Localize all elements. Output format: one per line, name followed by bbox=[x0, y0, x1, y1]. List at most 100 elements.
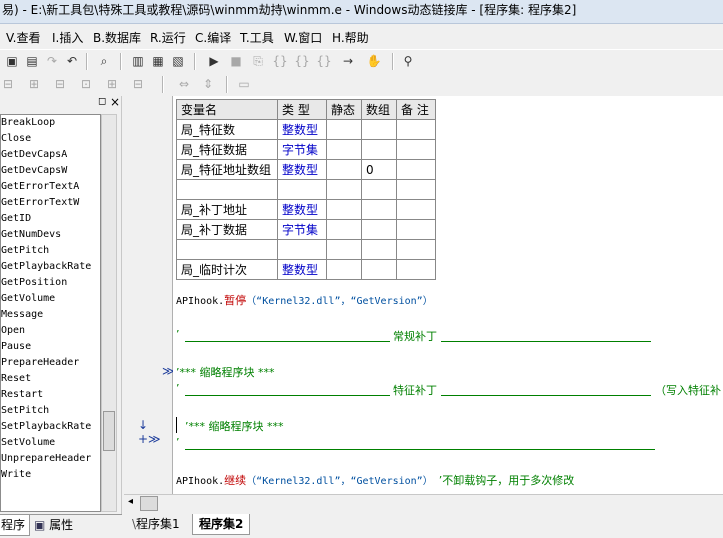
align-right-icon[interactable]: ⊟ bbox=[52, 76, 68, 92]
list-item[interactable]: Write bbox=[1, 467, 100, 483]
code-line-pause[interactable]: APIhook.暂停（“Kernel32.dll”，“GetVersion”） bbox=[176, 292, 433, 308]
layout1-icon[interactable]: ▥ bbox=[130, 53, 146, 69]
step-icon[interactable]: ⎘ bbox=[250, 53, 266, 69]
list-item[interactable]: Open bbox=[1, 323, 100, 339]
code-line-comment-blank[interactable]: ’ bbox=[176, 436, 180, 449]
table-cell[interactable]: 局_特征数据 bbox=[176, 139, 278, 160]
align-middle-icon[interactable]: ⊞ bbox=[104, 76, 120, 92]
subroutine-list[interactable]: BreakLoop Close GetDevCapsA GetDevCapsW GetE… bbox=[0, 114, 101, 512]
binoculars-icon[interactable]: ⚲ bbox=[400, 53, 416, 69]
list-item[interactable]: SetPlaybackRate bbox=[1, 419, 100, 435]
table-cell[interactable]: 字节集 bbox=[277, 219, 327, 240]
menu-window[interactable]: W.窗口 bbox=[284, 29, 322, 46]
list-item[interactable]: Reset bbox=[1, 371, 100, 387]
layout2-icon[interactable]: ▦ bbox=[150, 53, 166, 69]
table-cell[interactable] bbox=[326, 179, 362, 200]
table-cell[interactable]: 局_补丁地址 bbox=[176, 199, 278, 220]
list-item[interactable]: PrepareHeader bbox=[1, 355, 100, 371]
table-cell[interactable] bbox=[396, 219, 436, 240]
table-row[interactable]: 局_临时计次 整数型 bbox=[176, 259, 436, 280]
table-row[interactable]: 局_特征地址数组 整数型 0 bbox=[176, 159, 436, 180]
run-icon[interactable]: ▶ bbox=[206, 53, 222, 69]
table-row[interactable] bbox=[176, 239, 436, 260]
table-cell[interactable] bbox=[396, 139, 436, 160]
list-item[interactable]: Message bbox=[1, 307, 100, 323]
list-item[interactable]: GetPosition bbox=[1, 275, 100, 291]
table-cell[interactable] bbox=[396, 159, 436, 180]
find-icon[interactable]: ⌕ bbox=[96, 53, 112, 69]
menu-compile[interactable]: C.编译 bbox=[195, 29, 231, 46]
list-item[interactable]: GetVolume bbox=[1, 291, 100, 307]
step-into-icon[interactable]: {} bbox=[272, 53, 288, 69]
table-cell[interactable]: 0 bbox=[361, 159, 397, 180]
table-cell[interactable] bbox=[396, 199, 436, 220]
table-row[interactable] bbox=[176, 179, 436, 200]
table-row[interactable]: 局_补丁地址 整数型 bbox=[176, 199, 436, 220]
table-cell[interactable]: 局_临时计次 bbox=[176, 259, 278, 280]
list-item[interactable]: GetPitch bbox=[1, 243, 100, 259]
table-cell[interactable] bbox=[176, 179, 278, 200]
hscroll-thumb[interactable] bbox=[140, 496, 158, 511]
list-scrollbar[interactable] bbox=[101, 114, 117, 512]
fold-marker-current[interactable]: ↓ +≫ bbox=[138, 418, 172, 446]
tab-assembly-2[interactable]: 程序集2 bbox=[192, 514, 251, 535]
table-row[interactable]: 局_补丁数据 字节集 bbox=[176, 219, 436, 240]
table-cell[interactable] bbox=[277, 179, 327, 200]
list-item[interactable]: SetPitch bbox=[1, 403, 100, 419]
table-cell[interactable] bbox=[326, 159, 362, 180]
table-cell[interactable] bbox=[361, 239, 397, 260]
code-line-folded-block-2[interactable]: ’*** 缩略程序块 *** bbox=[185, 418, 284, 434]
menu-run[interactable]: R.运行 bbox=[150, 29, 186, 46]
table-cell[interactable] bbox=[176, 239, 278, 260]
list-item[interactable]: GetDevCapsA bbox=[1, 147, 100, 163]
menu-insert[interactable]: I.插入 bbox=[52, 29, 83, 46]
menu-database[interactable]: B.数据库 bbox=[93, 29, 141, 46]
align-center-icon[interactable]: ⊞ bbox=[26, 76, 42, 92]
list-item[interactable]: GetNumDevs bbox=[1, 227, 100, 243]
space-horizontal-icon[interactable]: ⇔ bbox=[176, 76, 192, 92]
align-top-icon[interactable]: ⊡ bbox=[78, 76, 94, 92]
close-icon[interactable]: × bbox=[110, 95, 120, 109]
step-over-icon[interactable]: {} bbox=[294, 53, 310, 69]
scroll-thumb[interactable] bbox=[103, 411, 115, 451]
table-cell[interactable]: 局_特征数 bbox=[176, 119, 278, 140]
stop-icon[interactable]: ■ bbox=[228, 53, 244, 69]
table-cell[interactable] bbox=[277, 239, 327, 260]
table-row[interactable]: 局_特征数 整数型 bbox=[176, 119, 436, 140]
table-cell[interactable] bbox=[361, 119, 397, 140]
tab-assembly-1[interactable]: \程序集1 bbox=[132, 514, 180, 534]
list-item[interactable]: SetVolume bbox=[1, 435, 100, 451]
tab-program[interactable]: 程序 bbox=[0, 515, 31, 536]
pin-icon[interactable]: ◻ bbox=[98, 96, 106, 107]
list-item[interactable]: Restart bbox=[1, 387, 100, 403]
table-cell[interactable] bbox=[396, 119, 436, 140]
run-to-icon[interactable]: → bbox=[340, 53, 356, 69]
redo-icon[interactable]: ↷ bbox=[44, 53, 60, 69]
list-item[interactable]: GetErrorTextW bbox=[1, 195, 100, 211]
table-cell[interactable] bbox=[326, 239, 362, 260]
table-cell[interactable] bbox=[326, 139, 362, 160]
table-cell[interactable] bbox=[326, 259, 362, 280]
code-line-comment-feature[interactable]: ’ bbox=[176, 382, 180, 395]
list-item[interactable]: Close bbox=[1, 131, 100, 147]
table-cell[interactable]: 整数型 bbox=[277, 119, 327, 140]
list-item[interactable]: UnprepareHeader bbox=[1, 451, 100, 467]
menu-tools[interactable]: T.工具 bbox=[240, 29, 274, 46]
table-cell[interactable] bbox=[396, 179, 436, 200]
table-cell[interactable] bbox=[361, 259, 397, 280]
table-cell[interactable]: 字节集 bbox=[277, 139, 327, 160]
table-cell[interactable] bbox=[326, 219, 362, 240]
step-out-icon[interactable]: {} bbox=[316, 53, 332, 69]
table-cell[interactable]: 整数型 bbox=[277, 259, 327, 280]
table-cell[interactable] bbox=[326, 119, 362, 140]
code-line-continue[interactable]: APIhook.继续（“Kernel32.dll”，“GetVersion”） … bbox=[176, 472, 574, 488]
clipboard-icon[interactable]: ▤ bbox=[24, 53, 40, 69]
list-item[interactable]: GetID bbox=[1, 211, 100, 227]
table-cell[interactable] bbox=[361, 199, 397, 220]
code-editor[interactable]: 变量名 类 型 静态 数组 备 注 局_特征数 整数型 局_特征数据 字节集 局_特征地… bbox=[173, 96, 723, 494]
list-item[interactable]: BreakLoop bbox=[1, 115, 100, 131]
tab-properties[interactable]: ▣ 属性 bbox=[30, 515, 77, 535]
menu-help[interactable]: H.帮助 bbox=[332, 29, 369, 46]
menu-view[interactable]: V.查看 bbox=[6, 29, 40, 46]
list-item[interactable]: GetErrorTextA bbox=[1, 179, 100, 195]
